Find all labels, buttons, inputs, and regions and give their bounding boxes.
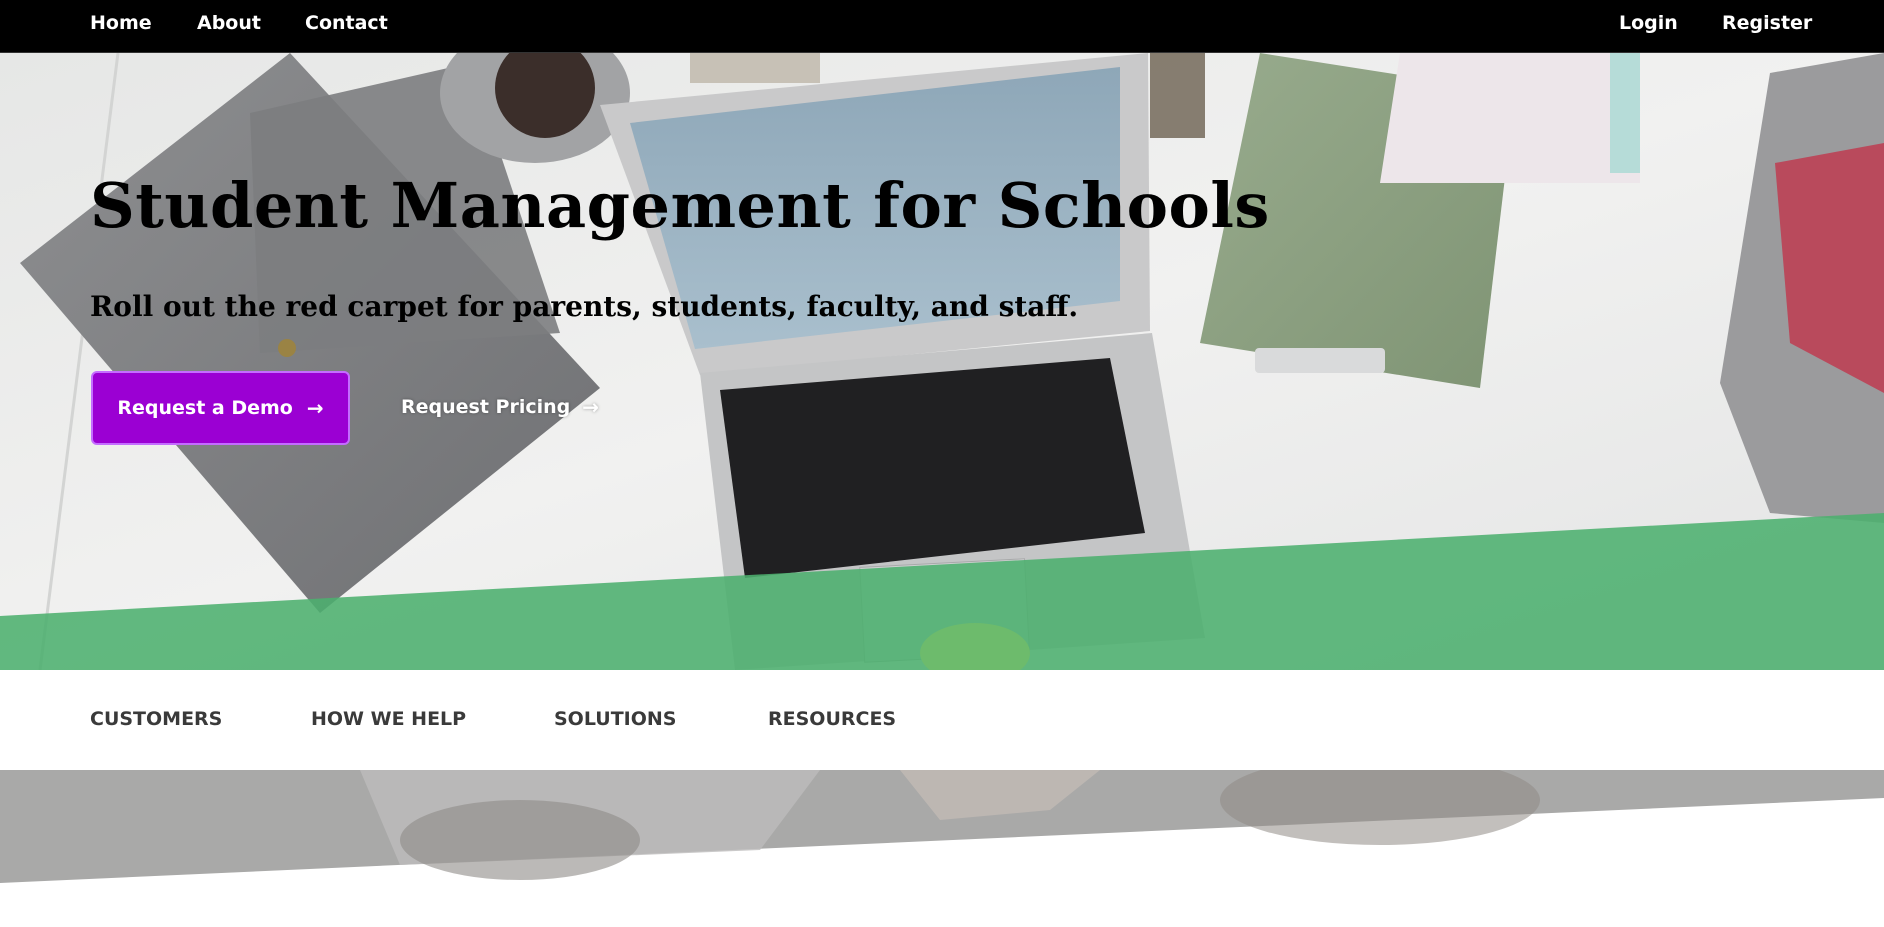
request-pricing-link[interactable]: Request Pricing → [401,389,599,425]
subnav-how-we-help[interactable]: HOW WE HELP [311,708,466,730]
subnav-resources[interactable]: RESOURCES [768,708,896,730]
top-navigation: Home About Contact Login Register [0,0,1884,53]
content-banner-image [0,770,1884,927]
section-navigation: CUSTOMERS HOW WE HELP SOLUTIONS RESOURCE… [0,670,1884,770]
request-demo-button[interactable]: Request a Demo → [91,371,350,445]
subnav-customers[interactable]: CUSTOMERS [90,708,222,730]
nav-login-link[interactable]: Login [1619,12,1678,34]
nav-contact-link[interactable]: Contact [305,12,388,34]
subnav-solutions[interactable]: SOLUTIONS [554,708,676,730]
arrow-right-icon: → [306,396,324,420]
request-pricing-label: Request Pricing [401,396,571,418]
nav-home-link[interactable]: Home [90,12,152,34]
hero-subtitle: Roll out the red carpet for parents, stu… [90,290,1079,323]
hero-section: Student Management for Schools Roll out … [0,53,1884,670]
nav-register-link[interactable]: Register [1722,12,1812,34]
arrow-right-icon: → [582,395,600,419]
hero-background-image [0,53,1884,670]
nav-about-link[interactable]: About [197,12,261,34]
hero-title: Student Management for Schools [90,169,1270,242]
request-demo-label: Request a Demo [117,397,293,419]
